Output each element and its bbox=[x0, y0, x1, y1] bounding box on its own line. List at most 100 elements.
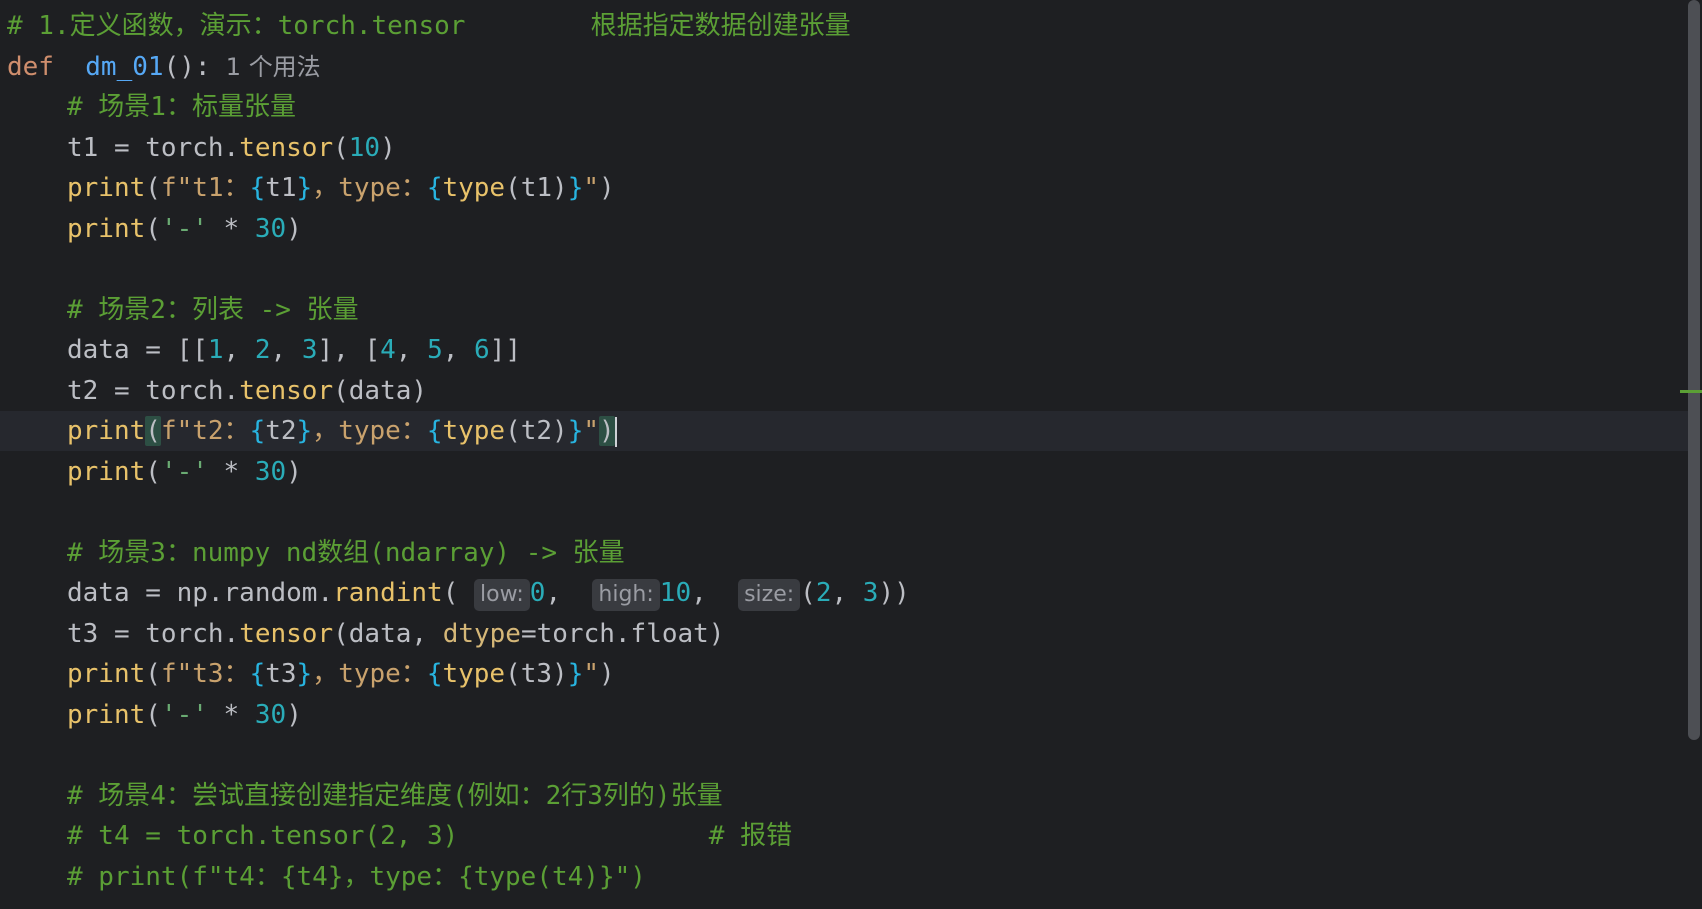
code-token: 10 bbox=[348, 132, 381, 163]
code-line[interactable] bbox=[0, 492, 1698, 532]
code-token: } bbox=[296, 173, 313, 203]
code-line[interactable] bbox=[0, 735, 1698, 775]
vertical-scrollbar[interactable] bbox=[1688, 0, 1700, 740]
code-token: } bbox=[567, 173, 584, 203]
code-token: 1 bbox=[207, 335, 224, 365]
code-token: 2 bbox=[815, 578, 832, 608]
code-token: ) bbox=[380, 132, 396, 163]
code-token: , bbox=[442, 335, 475, 365]
code-token: ) bbox=[286, 456, 302, 487]
code-line[interactable]: data = np.random.randint( low: 0, high: 10… bbox=[0, 573, 1698, 613]
code-token: type bbox=[442, 659, 506, 689]
code-token: , bbox=[270, 335, 302, 365]
code-token: # print(f"t4：{t4}，type：{type(t4)}") bbox=[67, 861, 646, 892]
code-token: * bbox=[207, 456, 255, 487]
code-token: '-' bbox=[160, 213, 208, 244]
code-token: t2 = torch. bbox=[67, 375, 240, 406]
code-token: (t2) bbox=[505, 416, 568, 446]
code-token: 30 bbox=[254, 699, 287, 730]
code-token: 3 bbox=[862, 578, 879, 608]
code-token: ( bbox=[145, 659, 161, 689]
code-token: ], [ bbox=[317, 335, 381, 365]
code-token: } bbox=[296, 659, 313, 689]
code-token: " bbox=[583, 659, 600, 689]
code-token: )) bbox=[878, 578, 910, 608]
code-line[interactable]: # 场景3：numpy nd数组(ndarray) -> 张量 bbox=[0, 533, 1698, 573]
change-marker bbox=[1680, 390, 1702, 393]
code-token: ) bbox=[599, 173, 615, 203]
code-token: def bbox=[7, 51, 54, 82]
code-line[interactable] bbox=[0, 249, 1698, 289]
code-line[interactable]: print('-' * 30) bbox=[0, 452, 1698, 492]
code-line[interactable]: t1 = torch.tensor(10) bbox=[0, 128, 1698, 168]
code-token: , bbox=[545, 578, 593, 608]
code-token: (data) bbox=[333, 375, 428, 406]
code-token: t1 bbox=[265, 173, 297, 203]
code-line[interactable]: t2 = torch.tensor(data) bbox=[0, 371, 1698, 411]
code-token: (t3) bbox=[505, 659, 568, 689]
code-line[interactable]: print(f"t1：{t1}，type：{type(t1)}") bbox=[0, 168, 1698, 208]
code-token: 4 bbox=[380, 335, 396, 365]
code-token: ) bbox=[286, 213, 302, 244]
code-token: '-' bbox=[160, 456, 208, 487]
code-token: =torch.float) bbox=[520, 618, 725, 649]
code-token: ( bbox=[800, 578, 816, 608]
code-line[interactable]: # t4 = torch.tensor(2, 3) # 报错 bbox=[0, 816, 1698, 856]
code-token: ( bbox=[442, 578, 474, 608]
code-token: # 场景1：标量张量 bbox=[67, 92, 296, 122]
code-token: tensor bbox=[239, 618, 334, 649]
code-token: type bbox=[442, 416, 506, 446]
code-line[interactable]: # 场景4：尝试直接创建指定维度(例如：2行3列的)张量 bbox=[0, 776, 1698, 816]
code-line[interactable]: data = [[1, 2, 3], [4, 5, 6]] bbox=[0, 330, 1698, 370]
code-token: f"t2： bbox=[160, 416, 250, 446]
code-token: # t4 = torch.tensor(2, 3) # 报错 bbox=[67, 821, 793, 851]
text-cursor bbox=[614, 416, 617, 447]
code-token: ，type： bbox=[312, 173, 427, 203]
code-editor[interactable]: # 1.定义函数，演示：torch.tensor 根据指定数据创建张量 def d… bbox=[0, 0, 1702, 909]
code-line[interactable]: # 场景1：标量张量 bbox=[0, 87, 1698, 127]
code-line[interactable]: print('-' * 30) bbox=[0, 209, 1698, 249]
code-token: randint bbox=[333, 578, 443, 608]
code-token: print bbox=[67, 456, 146, 487]
code-token: ，type： bbox=[312, 659, 427, 689]
code-token: } bbox=[567, 659, 584, 689]
code-line[interactable]: def dm_01(): 1 个用法 bbox=[0, 47, 1698, 87]
code-token: } bbox=[296, 416, 313, 446]
code-token: data = np.random. bbox=[67, 578, 334, 608]
code-token: t2 bbox=[265, 416, 297, 446]
code-token: ( bbox=[145, 699, 161, 730]
usages-hint[interactable]: 1 个用法 bbox=[211, 53, 321, 81]
code-token: ( bbox=[145, 213, 161, 244]
code-token: print bbox=[67, 173, 146, 203]
code-token: (): bbox=[163, 51, 211, 82]
code-token: tensor bbox=[239, 375, 334, 406]
code-token: (t1) bbox=[505, 173, 568, 203]
parameter-hint: size: bbox=[738, 579, 801, 611]
code-line[interactable]: # print(f"t4：{t4}，type：{type(t4)}") bbox=[0, 857, 1698, 897]
code-token: 10 bbox=[659, 578, 692, 608]
code-token: dm_01 bbox=[85, 51, 164, 82]
code-token: 5 bbox=[427, 335, 443, 365]
code-line[interactable]: # 场景2：列表 -> 张量 bbox=[0, 290, 1698, 330]
code-token: ( bbox=[145, 173, 161, 203]
code-token: t1 = torch. bbox=[67, 132, 240, 163]
code-token: 6 bbox=[474, 335, 490, 365]
code-line[interactable]: t3 = torch.tensor(data, dtype=torch.floa… bbox=[0, 614, 1698, 654]
code-line[interactable]: print('-' * 30) bbox=[0, 695, 1698, 735]
code-line[interactable]: # 1.定义函数，演示：torch.tensor 根据指定数据创建张量 bbox=[0, 6, 1698, 46]
code-line[interactable]: print(f"t2：{t2}，type：{type(t2)}") bbox=[0, 411, 1698, 451]
code-token: # 场景2：列表 -> 张量 bbox=[67, 294, 359, 325]
code-token: f"t1： bbox=[160, 173, 250, 203]
code-line[interactable]: print(f"t3：{t3}，type：{type(t3)}") bbox=[0, 654, 1698, 694]
code-token: 30 bbox=[254, 456, 287, 487]
code-token: dtype bbox=[442, 618, 521, 649]
code-token: , bbox=[691, 578, 739, 608]
code-token: ( bbox=[145, 456, 161, 487]
code-token: # 1.定义函数，演示：torch.tensor 根据指定数据创建张量 bbox=[7, 11, 851, 41]
code-token: " bbox=[583, 173, 600, 203]
code-token: { bbox=[249, 416, 266, 446]
code-token: { bbox=[426, 173, 443, 203]
code-token: ( bbox=[145, 416, 161, 446]
code-token: # 场景4：尝试直接创建指定维度(例如：2行3列的)张量 bbox=[67, 780, 723, 811]
code-token: ) bbox=[286, 699, 302, 730]
